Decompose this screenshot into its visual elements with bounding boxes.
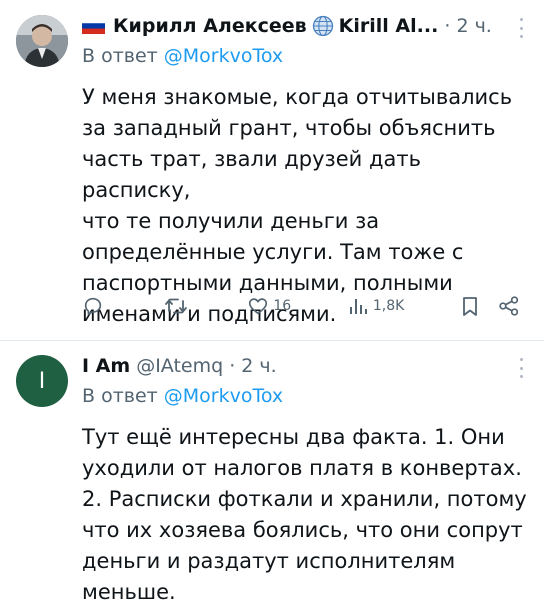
avatar[interactable]: I (16, 355, 68, 407)
like-count: 16 (273, 298, 292, 314)
bookmark-button[interactable] (460, 295, 520, 317)
handle[interactable]: @IAtemq (136, 355, 223, 377)
tweet-2[interactable]: I I Am @IAtemq · 2 ч. В ответ @MorkvoTox… (0, 341, 544, 604)
timestamp[interactable]: 2 ч. (241, 355, 276, 377)
display-name[interactable]: I Am (82, 355, 130, 377)
retweet-button[interactable] (164, 295, 192, 317)
reply-prefix: В ответ (82, 45, 164, 67)
tweet-text: Тут ещё интересны два факта. 1. Они уход… (82, 425, 527, 604)
separator-dot: · (223, 355, 242, 377)
bookmark-icon (463, 297, 477, 316)
display-name[interactable]: Кирилл Алексеев (113, 15, 307, 37)
avatar-letter: I (38, 368, 46, 394)
share-icon[interactable] (498, 295, 520, 317)
action-bar: 16 1,8K (82, 289, 520, 323)
tweet-1[interactable]: Кирилл Алексеев Kirill Al... · 2 ч. В от… (0, 0, 544, 341)
more-options-icon[interactable] (514, 358, 528, 378)
avatar[interactable] (16, 15, 68, 67)
like-button[interactable]: 16 (247, 295, 291, 317)
reply-icon (84, 297, 102, 316)
reply-prefix: В ответ (82, 385, 164, 407)
russia-flag-icon (82, 18, 105, 34)
timestamp[interactable]: 2 ч. (456, 15, 491, 37)
retweet-icon (164, 298, 187, 314)
views-button[interactable]: 1,8K (347, 295, 404, 317)
views-chart-icon (349, 299, 367, 314)
avatar-photo-icon (16, 15, 68, 67)
globe-icon (312, 15, 333, 37)
heart-icon (249, 298, 268, 315)
reply-context: В ответ @MorkvoTox (82, 385, 528, 413)
reply-context: В ответ @MorkvoTox (82, 45, 528, 73)
view-count: 1,8K (372, 298, 405, 314)
separator-dot: · (438, 15, 457, 37)
reply-to-link[interactable]: @MorkvoTox (164, 385, 283, 407)
reply-button[interactable] (82, 295, 108, 317)
reply-to-link[interactable]: @MorkvoTox (164, 45, 283, 67)
display-name-latin[interactable]: Kirill Al... (339, 15, 439, 37)
more-options-icon[interactable] (514, 18, 528, 38)
